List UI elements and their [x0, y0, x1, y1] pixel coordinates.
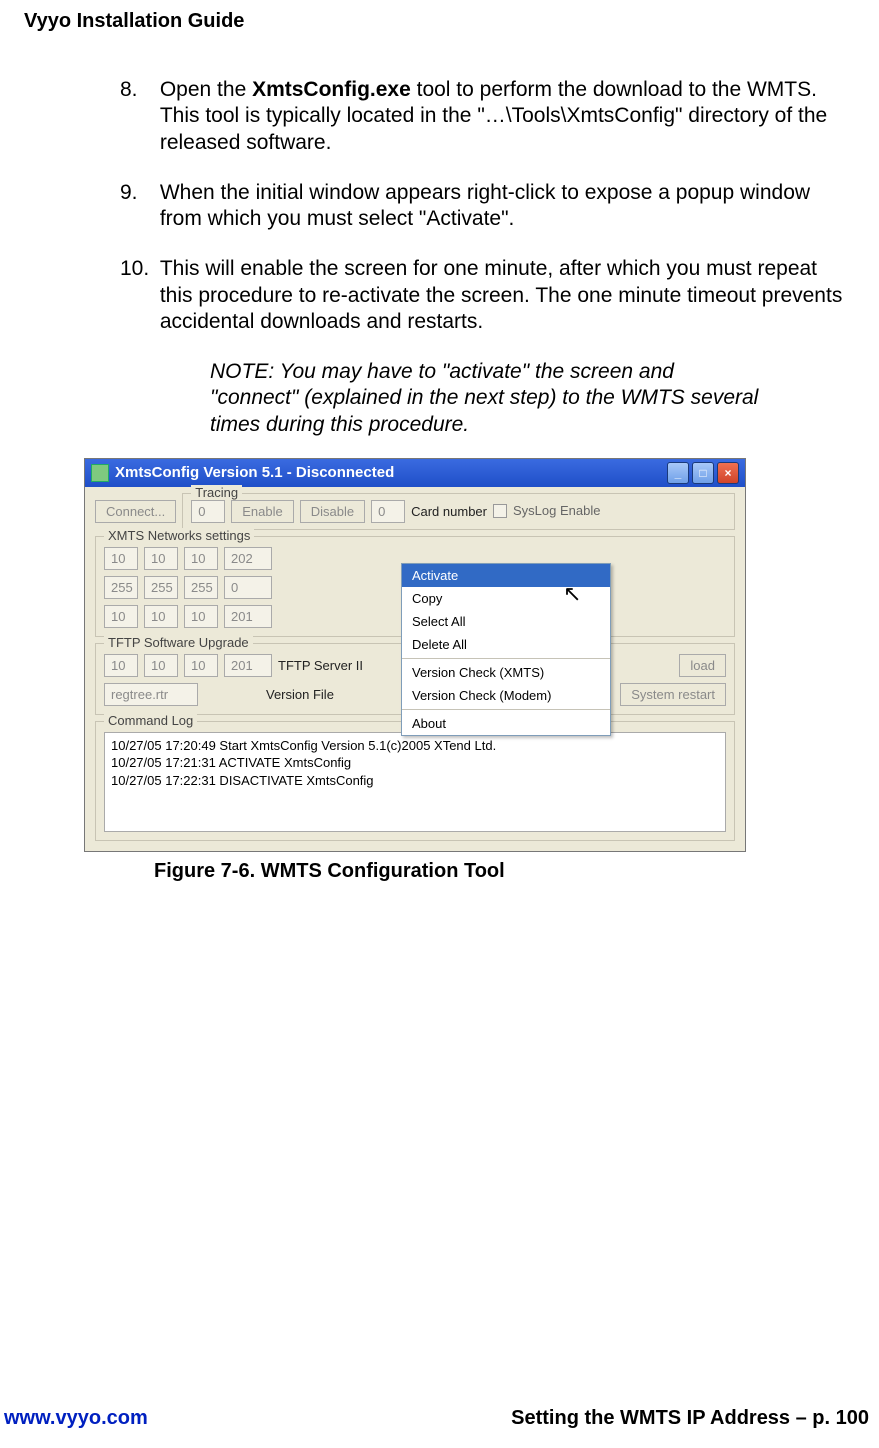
net-r1-2[interactable]: 10: [184, 547, 218, 570]
net-r2-2[interactable]: 255: [184, 576, 218, 599]
tracing-legend: Tracing: [191, 485, 242, 500]
tracing-enable-button[interactable]: Enable: [231, 500, 293, 523]
net-r1-1[interactable]: 10: [144, 547, 178, 570]
window-body: Connect... Tracing 0 Enable Disable 0 Ca…: [85, 487, 745, 851]
step-8-text: Open the XmtsConfig.exe tool to perform …: [160, 77, 845, 156]
menu-select-all[interactable]: Select All: [402, 610, 610, 633]
net-r3-0[interactable]: 10: [104, 605, 138, 628]
window-title: XmtsConfig Version 5.1 - Disconnected: [115, 464, 394, 481]
tracing-disable-button[interactable]: Disable: [300, 500, 365, 523]
syslog-checkbox[interactable]: [493, 504, 507, 518]
step-10-num: 10.: [120, 256, 154, 282]
xmts-networks-legend: XMTS Networks settings: [104, 528, 254, 543]
net-r3-3[interactable]: 201: [224, 605, 272, 628]
tracing-val[interactable]: 0: [191, 500, 225, 523]
step-9-num: 9.: [120, 180, 154, 206]
tftp-ip-1[interactable]: 10: [144, 654, 178, 677]
command-log[interactable]: 10/27/05 17:20:49 Start XmtsConfig Versi…: [104, 732, 726, 832]
doc-header: Vyyo Installation Guide: [24, 10, 855, 33]
minimize-button[interactable]: _: [667, 462, 689, 484]
footer-section: Setting the WMTS IP Address – p. 100: [511, 1407, 869, 1430]
version-file-label: Version File: [266, 687, 334, 702]
step-8-pre: Open the: [160, 78, 252, 101]
net-r2-1[interactable]: 255: [144, 576, 178, 599]
step-9-text: When the initial window appears right-cl…: [160, 180, 845, 233]
tftp-load-button[interactable]: load: [679, 654, 726, 677]
menu-about[interactable]: About: [402, 712, 610, 735]
figure-caption: Figure 7-6. WMTS Configuration Tool: [154, 860, 855, 883]
connect-button[interactable]: Connect...: [95, 500, 176, 523]
step-10-text: This will enable the screen for one minu…: [160, 256, 845, 335]
menu-delete-all[interactable]: Delete All: [402, 633, 610, 656]
maximize-button[interactable]: □: [692, 462, 714, 484]
net-r2-0[interactable]: 255: [104, 576, 138, 599]
commandlog-fieldset: Command Log 10/27/05 17:20:49 Start Xmts…: [95, 721, 735, 841]
commandlog-legend: Command Log: [104, 713, 197, 728]
cursor-icon: ↖: [563, 581, 581, 607]
xmtsconfig-window: XmtsConfig Version 5.1 - Disconnected _ …: [84, 458, 746, 852]
page-footer: www.vyyo.com Setting the WMTS IP Address…: [0, 1407, 879, 1430]
net-r1-3[interactable]: 202: [224, 547, 272, 570]
net-r1-0[interactable]: 10: [104, 547, 138, 570]
close-button[interactable]: ×: [717, 462, 739, 484]
version-file-field[interactable]: regtree.rtr: [104, 683, 198, 706]
app-icon: [91, 464, 109, 482]
step-10: 10. This will enable the screen for one …: [120, 256, 845, 335]
step-9: 9. When the initial window appears right…: [120, 180, 845, 233]
card-number-label: Card number: [411, 504, 487, 519]
step-8: 8. Open the XmtsConfig.exe tool to perfo…: [120, 77, 845, 156]
menu-version-check-xmts[interactable]: Version Check (XMTS): [402, 661, 610, 684]
syslog-label: SysLog Enable: [513, 504, 600, 518]
tftp-ip-3[interactable]: 201: [224, 654, 272, 677]
step-note: NOTE: You may have to "activate" the scr…: [210, 359, 765, 438]
system-restart-button[interactable]: System restart: [620, 683, 726, 706]
window-titlebar[interactable]: XmtsConfig Version 5.1 - Disconnected _ …: [85, 459, 745, 487]
menu-version-check-modem[interactable]: Version Check (Modem): [402, 684, 610, 707]
body-content: 8. Open the XmtsConfig.exe tool to perfo…: [120, 77, 845, 438]
net-r3-1[interactable]: 10: [144, 605, 178, 628]
tftp-legend: TFTP Software Upgrade: [104, 635, 253, 650]
footer-url: www.vyyo.com: [4, 1407, 148, 1430]
net-r3-2[interactable]: 10: [184, 605, 218, 628]
step-8-tool: XmtsConfig.exe: [252, 78, 411, 101]
tftp-server-label: TFTP Server II: [278, 658, 363, 673]
tftp-ip-0[interactable]: 10: [104, 654, 138, 677]
tftp-ip-2[interactable]: 10: [184, 654, 218, 677]
card-num-field[interactable]: 0: [371, 500, 405, 523]
net-r2-3[interactable]: 0: [224, 576, 272, 599]
step-8-num: 8.: [120, 77, 154, 103]
